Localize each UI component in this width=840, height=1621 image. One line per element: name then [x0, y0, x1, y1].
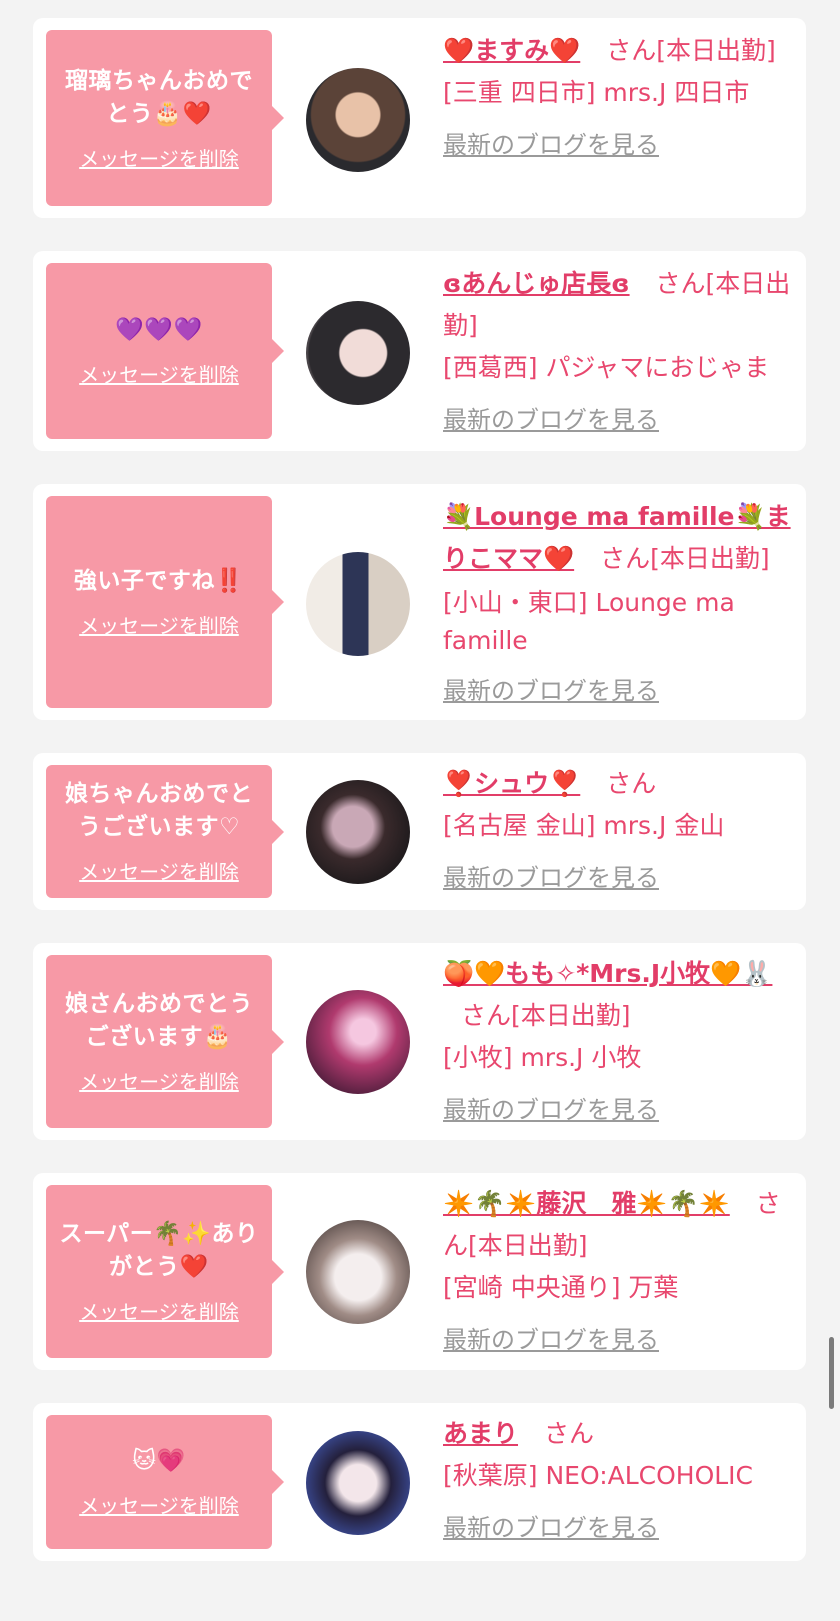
shop-name: [三重 四日市] mrs.J 四日市: [443, 78, 750, 107]
latest-blog-link[interactable]: 最新のブログを見る: [443, 670, 659, 712]
cast-info: 🍑🧡もも✧*Mrs.J小牧🧡🐰 さん[本日出勤] [小牧] mrs.J 小牧 最…: [443, 953, 793, 1131]
message-card: 🐱💗 メッセージを削除 あまり さん [秋葉原] NEO:ALCOHOLIC 最…: [33, 1403, 806, 1561]
message-text: 🐱💗: [132, 1448, 186, 1474]
latest-blog-link[interactable]: 最新のブログを見る: [443, 1507, 659, 1549]
shop-name: [秋葉原] NEO:ALCOHOLIC: [443, 1461, 754, 1490]
work-status: [本日出勤]: [656, 36, 776, 65]
cast-info: ❣️シュウ❣️ さん [名古屋 金山] mrs.J 金山 最新のブログを見る: [443, 763, 793, 899]
delete-message-link[interactable]: メッセージを削除: [79, 1066, 239, 1095]
message-bubble: スーパー🌴✨ありがとう❤️ メッセージを削除: [46, 1185, 284, 1358]
delete-message-link[interactable]: メッセージを削除: [79, 1490, 239, 1519]
message-card: 瑠璃ちゃんおめでとう🎂❤️ メッセージを削除 ❤️ますみ❤️ さん[本日出勤] …: [33, 18, 806, 218]
avatar[interactable]: [306, 301, 410, 405]
cast-name-link[interactable]: ✴️🌴✴️藤沢 雅✴️🌴✴️: [443, 1189, 730, 1218]
avatar[interactable]: [306, 780, 410, 884]
message-card: 💜💜💜 メッセージを削除 ɞあんじゅ店長ɞ さん[本日出勤] [西葛西] パジャ…: [33, 251, 806, 451]
cast-info: ❤️ますみ❤️ さん[本日出勤] [三重 四日市] mrs.J 四日市 最新のブ…: [443, 30, 793, 166]
shop-name: [小山・東口] Lounge ma famille: [443, 588, 735, 655]
shop-name: [宮崎 中央通り] 万葉: [443, 1273, 679, 1302]
message-text: 瑠璃ちゃんおめでとう🎂❤️: [65, 67, 253, 127]
message-text: スーパー🌴✨ありがとう❤️: [59, 1221, 259, 1280]
cast-name-link[interactable]: 🍑🧡もも✧*Mrs.J小牧🧡🐰: [443, 959, 772, 988]
message-bubble: 💜💜💜 メッセージを削除: [46, 263, 284, 439]
shop-name: [小牧] mrs.J 小牧: [443, 1043, 642, 1072]
message-bubble: 瑠璃ちゃんおめでとう🎂❤️ メッセージを削除: [46, 30, 284, 206]
message-bubble: 🐱💗 メッセージを削除: [46, 1415, 284, 1549]
shop-name: [名古屋 金山] mrs.J 金山: [443, 811, 725, 840]
san-suffix: さん: [600, 544, 651, 573]
cast-info: ɞあんじゅ店長ɞ さん[本日出勤] [西葛西] パジャマにおじゃま 最新のブログ…: [443, 263, 793, 441]
work-status: [本日出勤]: [650, 544, 770, 573]
avatar[interactable]: [306, 552, 410, 656]
cast-name-link[interactable]: ❤️ますみ❤️: [443, 36, 580, 65]
work-status: [本日出勤]: [468, 1231, 588, 1260]
work-status: [本日出勤]: [511, 1001, 631, 1030]
message-card: 娘さんおめでとうございます🎂 メッセージを削除 🍑🧡もも✧*Mrs.J小牧🧡🐰 …: [33, 943, 806, 1140]
delete-message-link[interactable]: メッセージを削除: [79, 1296, 239, 1325]
shop-name: [西葛西] パジャマにおじゃま: [443, 353, 770, 382]
san-suffix: さん: [606, 36, 657, 65]
delete-message-link[interactable]: メッセージを削除: [79, 856, 239, 885]
message-text: 強い子ですね‼️: [73, 568, 245, 594]
cast-name-link[interactable]: あまり: [443, 1419, 518, 1448]
delete-message-link[interactable]: メッセージを削除: [79, 610, 239, 639]
message-card: スーパー🌴✨ありがとう❤️ メッセージを削除 ✴️🌴✴️藤沢 雅✴️🌴✴️ さん…: [33, 1173, 806, 1370]
cast-info: あまり さん [秋葉原] NEO:ALCOHOLIC 最新のブログを見る: [443, 1413, 793, 1549]
cast-name-link[interactable]: ɞあんじゅ店長ɞ: [443, 269, 630, 298]
avatar[interactable]: [306, 1431, 410, 1535]
san-suffix: さん: [655, 269, 706, 298]
san-suffix: さん: [543, 1419, 594, 1448]
avatar[interactable]: [306, 1220, 410, 1324]
message-card: 強い子ですね‼️ メッセージを削除 💐Lounge ma famille💐まりこ…: [33, 484, 806, 720]
delete-message-link[interactable]: メッセージを削除: [79, 359, 239, 388]
latest-blog-link[interactable]: 最新のブログを見る: [443, 124, 659, 166]
message-bubble: 娘ちゃんおめでとうございます♡ メッセージを削除: [46, 765, 284, 898]
latest-blog-link[interactable]: 最新のブログを見る: [443, 1319, 659, 1361]
avatar[interactable]: [306, 990, 410, 1094]
latest-blog-link[interactable]: 最新のブログを見る: [443, 399, 659, 441]
message-text: 娘さんおめでとうございます🎂: [65, 991, 253, 1050]
latest-blog-link[interactable]: 最新のブログを見る: [443, 1089, 659, 1131]
message-text: 娘ちゃんおめでとうございます♡: [65, 781, 253, 840]
san-suffix: さん: [606, 769, 657, 798]
cast-info: ✴️🌴✴️藤沢 雅✴️🌴✴️ さん[本日出勤] [宮崎 中央通り] 万葉 最新の…: [443, 1183, 793, 1361]
latest-blog-link[interactable]: 最新のブログを見る: [443, 857, 659, 899]
message-text: 💜💜💜: [115, 317, 203, 343]
cast-info: 💐Lounge ma famille💐まりこママ❤️ さん[本日出勤] [小山・…: [443, 496, 793, 712]
delete-message-link[interactable]: メッセージを削除: [79, 143, 239, 172]
message-bubble: 強い子ですね‼️ メッセージを削除: [46, 496, 284, 708]
san-suffix: さん: [461, 1001, 512, 1030]
cast-name-link[interactable]: ❣️シュウ❣️: [443, 769, 580, 798]
avatar[interactable]: [306, 68, 410, 172]
scrollbar[interactable]: [829, 1337, 834, 1409]
message-card: 娘ちゃんおめでとうございます♡ メッセージを削除 ❣️シュウ❣️ さん [名古屋…: [33, 753, 806, 910]
message-bubble: 娘さんおめでとうございます🎂 メッセージを削除: [46, 955, 284, 1128]
